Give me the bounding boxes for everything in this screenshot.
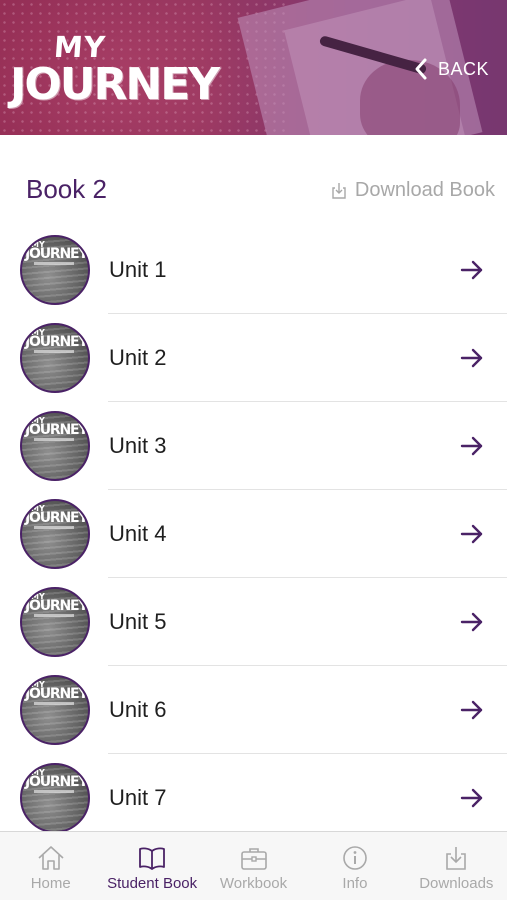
unit-thumbnail: MY JOURNEY bbox=[20, 235, 90, 305]
arrow-right-icon bbox=[460, 260, 483, 280]
unit-label: Unit 3 bbox=[109, 433, 167, 458]
book-title: Book 2 bbox=[26, 174, 107, 204]
bottom-tab-bar: Home Student Book Workbook Info Download… bbox=[0, 831, 507, 900]
home-icon bbox=[38, 846, 64, 870]
unit-label: Unit 5 bbox=[109, 609, 167, 634]
tab-home[interactable]: Home bbox=[0, 832, 101, 900]
tab-label: Home bbox=[30, 875, 71, 892]
unit-row-7[interactable]: MY JOURNEY Unit 7 bbox=[0, 754, 507, 842]
download-book-label: Download Book bbox=[354, 179, 495, 201]
chevron-left-icon bbox=[415, 58, 427, 80]
app-logo: MY JOURNEY bbox=[10, 30, 220, 115]
download-icon bbox=[446, 847, 467, 870]
unit-row-5[interactable]: MY JOURNEY Unit 5 bbox=[0, 578, 507, 666]
tab-student-book[interactable]: Student Book bbox=[101, 832, 202, 900]
logo-journey-text: JOURNEY bbox=[10, 59, 220, 110]
tab-workbook[interactable]: Workbook bbox=[203, 832, 304, 900]
arrow-right-icon bbox=[460, 348, 483, 368]
tab-downloads[interactable]: Downloads bbox=[406, 832, 507, 900]
unit-thumbnail: MY JOURNEY bbox=[20, 587, 90, 657]
app-screen: MY JOURNEY BACK Book 2 Download Book MY J… bbox=[0, 0, 507, 900]
unit-row-1[interactable]: MY JOURNEY Unit 1 bbox=[0, 226, 507, 314]
unit-label: Unit 7 bbox=[109, 785, 167, 810]
unit-label: Unit 6 bbox=[109, 697, 167, 722]
tab-label: Workbook bbox=[219, 875, 288, 892]
unit-row-3[interactable]: MY JOURNEY Unit 3 bbox=[0, 402, 507, 490]
arrow-right-icon bbox=[460, 612, 483, 632]
tab-label: Info bbox=[342, 875, 368, 892]
back-button[interactable]: BACK bbox=[414, 55, 489, 83]
info-icon bbox=[343, 846, 367, 870]
unit-thumbnail: MY JOURNEY bbox=[20, 323, 90, 393]
book-icon bbox=[139, 847, 166, 870]
unit-list: MY JOURNEY Unit 1 MY JOURNEY Unit 2 MY JOUR… bbox=[0, 226, 507, 842]
tab-label: Downloads bbox=[419, 875, 494, 892]
tab-label: Student Book bbox=[107, 875, 198, 892]
unit-row-4[interactable]: MY JOURNEY Unit 4 bbox=[0, 490, 507, 578]
unit-label: Unit 1 bbox=[109, 257, 167, 282]
unit-label: Unit 2 bbox=[109, 345, 167, 370]
header-banner: MY JOURNEY BACK bbox=[0, 0, 507, 135]
arrow-right-icon bbox=[460, 788, 483, 808]
arrow-right-icon bbox=[460, 524, 483, 544]
unit-row-2[interactable]: MY JOURNEY Unit 2 bbox=[0, 314, 507, 402]
back-label: BACK bbox=[437, 58, 489, 79]
download-book-button[interactable]: Download Book bbox=[331, 179, 495, 202]
unit-thumbnail: MY JOURNEY bbox=[20, 763, 90, 833]
unit-thumbnail: MY JOURNEY bbox=[20, 675, 90, 745]
arrow-right-icon bbox=[460, 700, 483, 720]
tab-info[interactable]: Info bbox=[304, 832, 405, 900]
unit-label: Unit 4 bbox=[109, 521, 167, 546]
unit-thumbnail: MY JOURNEY bbox=[20, 499, 90, 569]
unit-thumbnail: MY JOURNEY bbox=[20, 411, 90, 481]
book-section-header: Book 2 Download Book bbox=[0, 135, 507, 232]
unit-row-6[interactable]: MY JOURNEY Unit 6 bbox=[0, 666, 507, 754]
arrow-right-icon bbox=[460, 436, 483, 456]
download-icon bbox=[332, 182, 346, 199]
briefcase-icon bbox=[240, 848, 267, 870]
